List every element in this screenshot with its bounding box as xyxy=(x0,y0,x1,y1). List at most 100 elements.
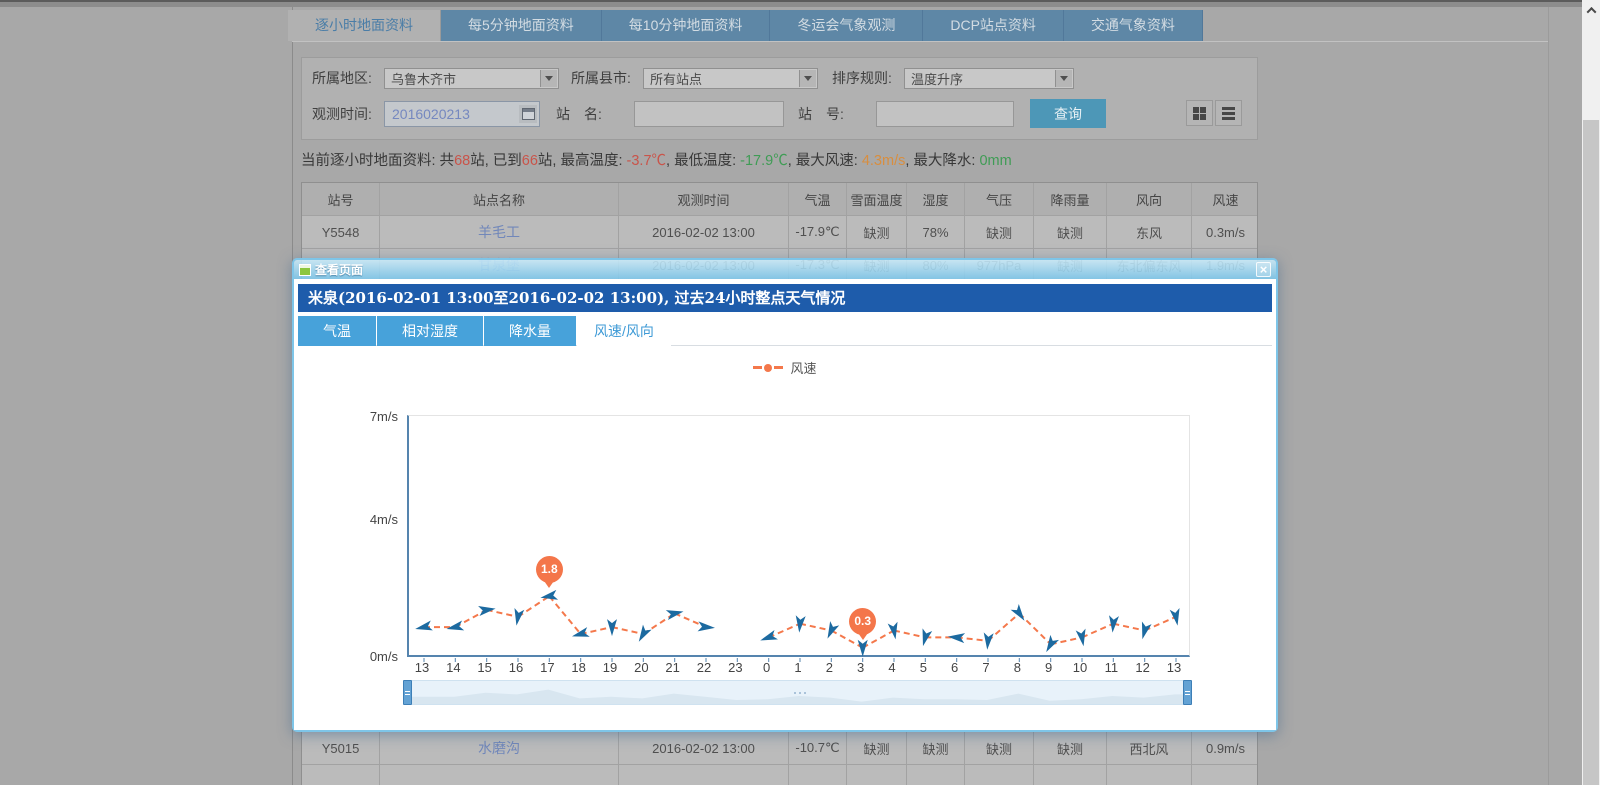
region-select[interactable]: 乌鲁木齐市 xyxy=(384,68,559,89)
legend-symbol xyxy=(753,364,783,372)
main-tab[interactable]: DCP站点资料 xyxy=(923,10,1064,41)
table-cell: 缺测 xyxy=(1034,732,1107,764)
dialog-tab[interactable]: 降水量 xyxy=(484,316,576,346)
table-header-cell: 风向 xyxy=(1107,183,1192,215)
table-row xyxy=(302,765,1257,785)
table-header-cell: 气温 xyxy=(789,183,847,215)
table-header-cell: 雪面温度 xyxy=(847,183,907,215)
table-cell: -17.9℃ xyxy=(789,216,847,248)
summary-segment: 0mm xyxy=(979,153,1011,169)
y-axis-tick-label: 4m/s xyxy=(336,512,398,527)
table-header-cell: 气压 xyxy=(965,183,1034,215)
station-name-link[interactable]: 水磨沟 xyxy=(380,732,619,764)
x-axis-tick-label: 13 xyxy=(406,660,438,675)
table-cell xyxy=(1192,765,1259,785)
x-axis-tick-label: 13 xyxy=(1158,660,1190,675)
query-button[interactable]: 查询 xyxy=(1030,99,1106,128)
grid-view-button[interactable] xyxy=(1186,100,1213,126)
county-label: 所属县市: xyxy=(571,68,643,88)
y-axis-tick-label: 7m/s xyxy=(336,409,398,424)
x-axis-tick-label: 16 xyxy=(500,660,532,675)
summary-segment: -17.9℃ xyxy=(740,153,788,169)
station-name-link[interactable]: 羊毛工 xyxy=(380,216,619,248)
x-axis-tick-label: 18 xyxy=(563,660,595,675)
obstime-label: 观测时间: xyxy=(312,104,384,124)
content-right-border xyxy=(1548,7,1549,785)
data-table-bottom: Y5015水磨沟2016-02-02 13:00-10.7℃缺测缺测缺测缺测西北… xyxy=(301,731,1258,785)
summary-segment: 当前逐小时地面资料: 共 xyxy=(301,153,454,169)
table-cell xyxy=(847,765,907,785)
chart-canvas xyxy=(409,416,1192,666)
chevron-down-icon xyxy=(1055,70,1072,87)
table-cell: Y5015 xyxy=(302,732,380,764)
dialog-tab[interactable]: 风速/风向 xyxy=(577,316,671,347)
x-axis-tick-label: 5 xyxy=(907,660,939,675)
table-header-row: 站号站点名称观测时间气温雪面温度湿度气压降雨量风向风速 xyxy=(302,183,1257,216)
dialog-tab-bar: 气温相对湿度降水量风速/风向 xyxy=(298,316,1272,347)
x-axis-tick-label: 17 xyxy=(531,660,563,675)
x-axis-tick-label: 11 xyxy=(1095,660,1127,675)
table-cell: 缺测 xyxy=(847,216,907,248)
range-slider[interactable] xyxy=(407,680,1190,705)
x-axis-tick-label: 21 xyxy=(657,660,689,675)
table-header-cell: 湿度 xyxy=(907,183,965,215)
table-cell: 东风 xyxy=(1107,216,1192,248)
summary-segment: 66 xyxy=(522,153,538,169)
x-axis-tick-label: 8 xyxy=(1001,660,1033,675)
x-axis-labels: 1314151617181920212223012345678910111213 xyxy=(407,660,1190,678)
summary-segment: 站, 最高温度: xyxy=(538,153,627,169)
dialog-tab[interactable]: 气温 xyxy=(298,316,376,346)
station-name-input[interactable] xyxy=(634,101,784,127)
page: 逐小时地面资料每5分钟地面资料每10分钟地面资料冬运会气象观测DCP站点资料交通… xyxy=(0,0,1600,785)
scrollbar-thumb[interactable] xyxy=(1583,120,1599,785)
x-axis-tick-label: 15 xyxy=(469,660,501,675)
summary-segment: 4.3m/s xyxy=(862,153,906,169)
table-cell xyxy=(1034,765,1107,785)
x-axis-tick-label: 4 xyxy=(876,660,908,675)
summary-segment: 68 xyxy=(454,153,470,169)
table-cell: 缺测 xyxy=(847,732,907,764)
table-cell: 2016-02-02 13:00 xyxy=(619,732,789,764)
tab-underline xyxy=(292,41,1548,42)
x-axis-tick-label: 22 xyxy=(688,660,720,675)
scroll-up-button[interactable] xyxy=(1582,0,1600,20)
x-axis-tick-label: 7 xyxy=(970,660,1002,675)
sort-label: 排序规则: xyxy=(832,68,904,88)
summary-segment: , 最大降水: xyxy=(905,153,979,169)
calendar-icon[interactable] xyxy=(519,105,537,123)
close-icon[interactable]: × xyxy=(1256,262,1271,277)
x-axis-tick-label: 19 xyxy=(594,660,626,675)
dialog-tab[interactable]: 相对湿度 xyxy=(377,316,483,346)
table-cell: Y5548 xyxy=(302,216,380,248)
table-cell xyxy=(380,765,619,785)
slider-grip-dots xyxy=(799,692,801,694)
station-id-input[interactable] xyxy=(876,101,1014,127)
main-tab[interactable]: 每5分钟地面资料 xyxy=(441,10,602,41)
table-cell xyxy=(907,765,965,785)
main-tab[interactable]: 冬运会气象观测 xyxy=(770,10,923,41)
filter-row-2: 观测时间: 2016020213 站 名: 站 号: 查询 xyxy=(312,99,1247,128)
county-select[interactable]: 所有站点 xyxy=(643,68,818,89)
chevron-down-icon xyxy=(799,70,816,87)
slider-left-handle[interactable] xyxy=(403,680,412,705)
x-axis-tick-label: 0 xyxy=(751,660,783,675)
sort-select[interactable]: 温度升序 xyxy=(904,68,1074,89)
table-header-cell: 风速 xyxy=(1192,183,1259,215)
obstime-value: 2016020213 xyxy=(392,106,470,122)
table-cell: 西北风 xyxy=(1107,732,1192,764)
main-tab[interactable]: 每10分钟地面资料 xyxy=(602,10,771,41)
slider-right-handle[interactable] xyxy=(1183,680,1192,705)
dialog-titlebar[interactable]: 查看页面 × xyxy=(294,260,1276,279)
station-name-label: 站 名: xyxy=(556,104,634,124)
obstime-input[interactable]: 2016020213 xyxy=(384,101,540,127)
table-cell: -10.7℃ xyxy=(789,732,847,764)
main-tab[interactable]: 逐小时地面资料 xyxy=(288,10,441,41)
grid-view-icon xyxy=(1193,107,1206,120)
table-cell: 缺测 xyxy=(965,216,1034,248)
main-tab[interactable]: 交通气象资料 xyxy=(1064,10,1203,41)
list-view-button[interactable] xyxy=(1215,100,1242,126)
y-axis-tick-label: 0m/s xyxy=(336,649,398,664)
view-toggle-group xyxy=(1186,100,1242,126)
summary-segment: , 最大风速: xyxy=(788,153,862,169)
table-cell xyxy=(1107,765,1192,785)
